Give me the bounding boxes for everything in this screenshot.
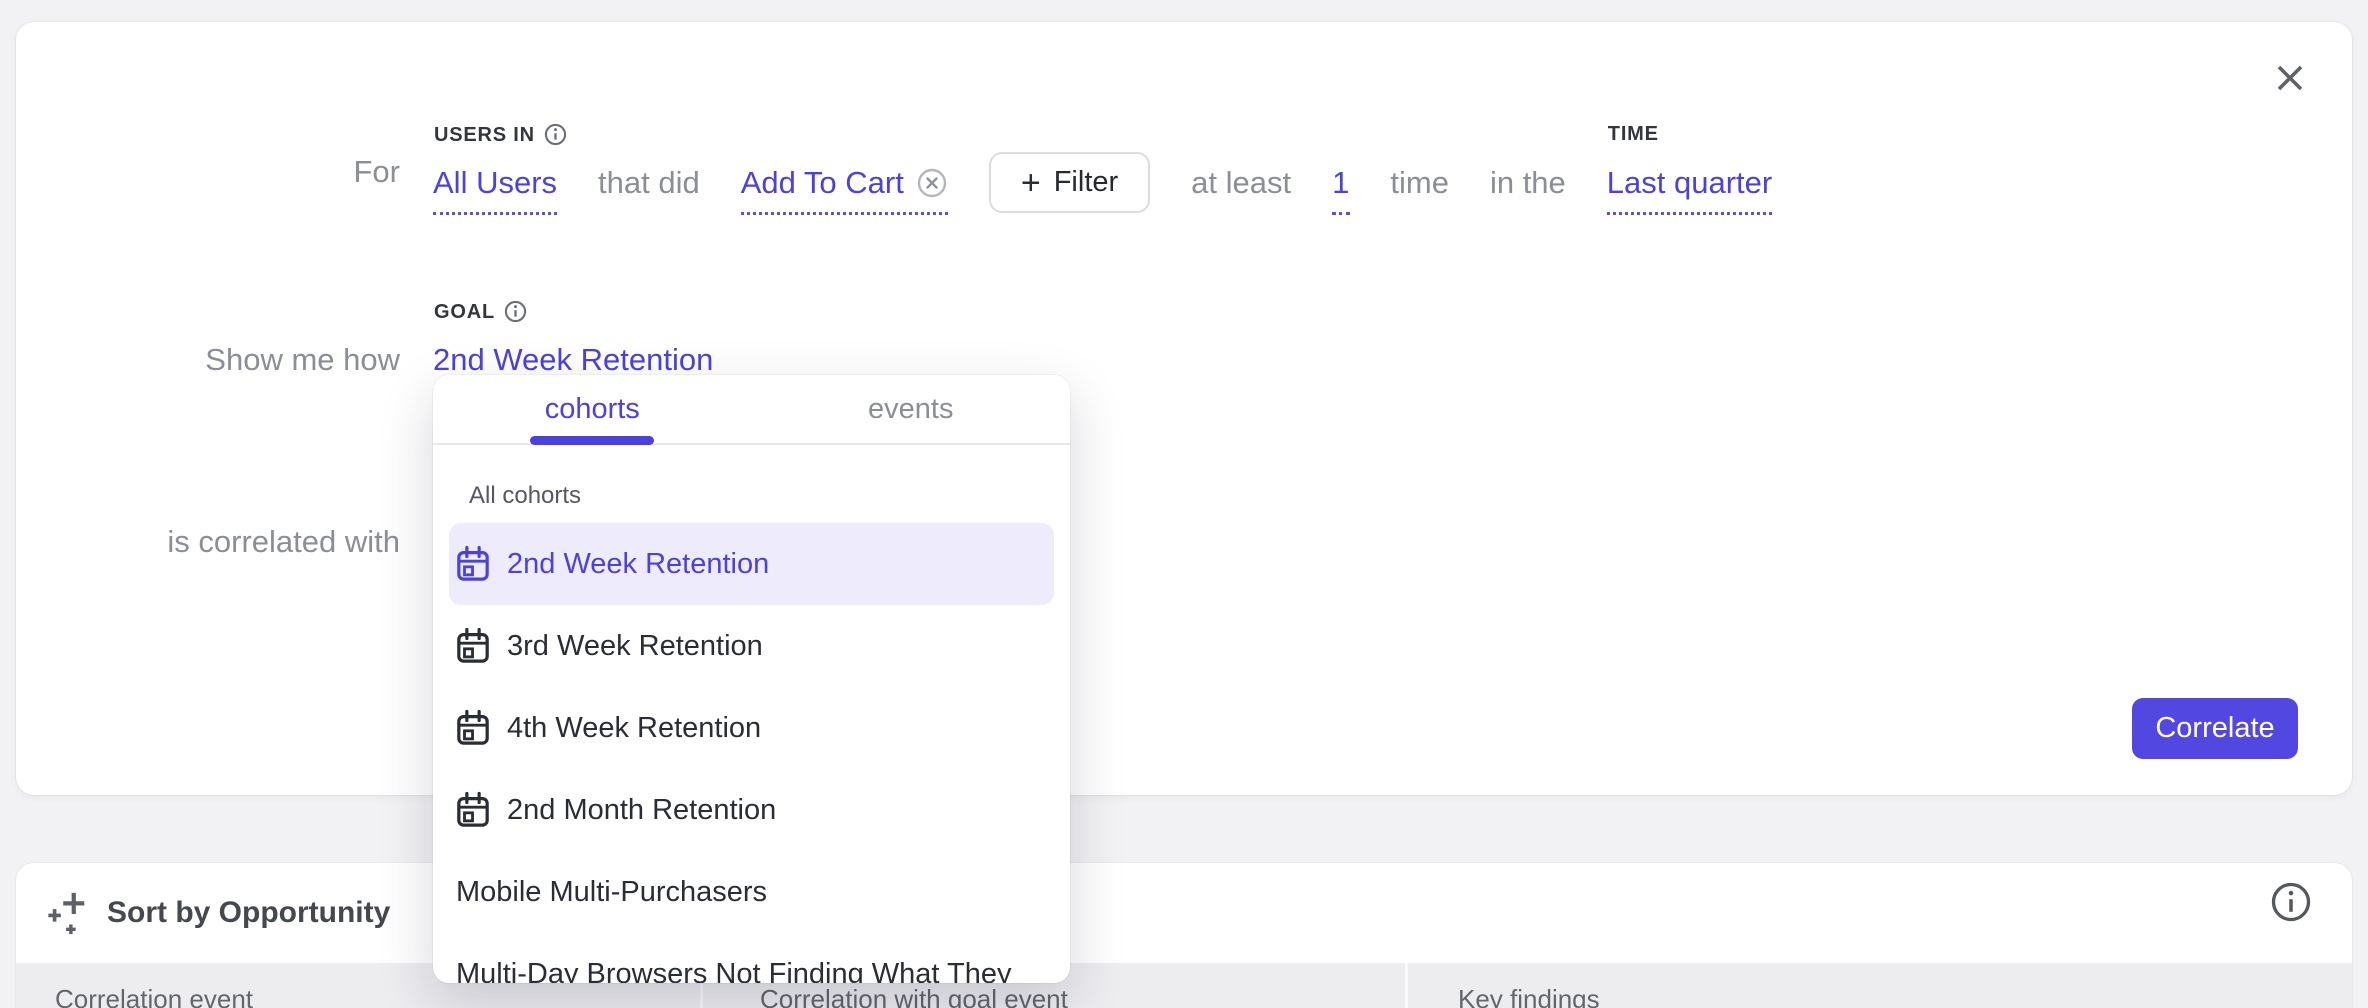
joiner-that-did: that did — [598, 163, 700, 202]
cohort-option-label: 3rd Week Retention — [507, 630, 763, 663]
dropdown-tabs: cohorts events — [433, 375, 1070, 445]
joiner-in-the: in the — [1490, 163, 1566, 202]
sentence-prefix-for: For — [16, 152, 400, 191]
goal-picker-dropdown: cohorts events All cohorts 2nd Week Rete… — [433, 375, 1070, 983]
correlate-button[interactable]: Correlate — [2132, 698, 2298, 759]
cohort-option-mobile-multi-purchasers[interactable]: Mobile Multi-Purchasers — [449, 851, 1054, 933]
cohort-option-2nd-week-retention[interactable]: 2nd Week Retention — [449, 523, 1054, 605]
column-header-correlation-event[interactable]: Correlation event — [55, 984, 253, 1008]
calendar-icon — [456, 627, 490, 665]
time-range-value[interactable]: Last quarter — [1607, 163, 1772, 202]
info-icon[interactable] — [504, 300, 527, 323]
cohort-option-2nd-month-retention[interactable]: 2nd Month Retention — [449, 769, 1054, 851]
close-icon — [2273, 61, 2307, 95]
cohort-option-4th-week-retention[interactable]: 4th Week Retention — [449, 687, 1054, 769]
cohort-option-multi-day-browsers[interactable]: Multi-Day Browsers Not Finding What They — [449, 933, 1054, 983]
add-filter-label: Filter — [1054, 166, 1118, 199]
count-value[interactable]: 1 — [1332, 163, 1349, 202]
sentence-prefix-show-me-how: Show me how — [16, 340, 400, 379]
sort-bar: Sort by Opportunity — [16, 863, 2352, 963]
time-label: TIME — [1608, 123, 1659, 145]
users-value[interactable]: All Users — [433, 163, 557, 202]
cohort-option-label: 2nd Week Retention — [507, 548, 769, 581]
joiner-at-least: at least — [1191, 163, 1291, 202]
cohort-option-label: 2nd Month Retention — [507, 794, 776, 827]
active-tab-indicator — [530, 436, 654, 445]
results-panel: Sort by Opportunity Correlation event Co… — [16, 863, 2352, 1008]
goal-label: GOAL — [434, 300, 527, 323]
add-filter-button[interactable]: + Filter — [989, 152, 1150, 213]
goal-field[interactable]: GOAL 2nd Week Retention — [433, 340, 713, 379]
sentence-prefix-is-correlated-with: is correlated with — [16, 522, 400, 561]
column-header-key-findings[interactable]: Key findings — [1458, 984, 1600, 1008]
sort-by-opportunity-label[interactable]: Sort by Opportunity — [107, 896, 390, 930]
joiner-time: time — [1390, 163, 1449, 202]
time-range-field[interactable]: TIME Last quarter — [1607, 163, 1772, 202]
remove-event-icon[interactable] — [916, 167, 948, 199]
goal-label-text: GOAL — [434, 301, 495, 323]
cohort-option-label: Mobile Multi-Purchasers — [456, 876, 767, 909]
calendar-icon — [456, 791, 490, 829]
goal-value[interactable]: 2nd Week Retention — [433, 340, 713, 379]
correlate-analysis-screen: For USERS IN All Users that did Add To C… — [0, 0, 2368, 1008]
users-in-label-text: USERS IN — [434, 124, 535, 146]
calendar-icon — [456, 709, 490, 747]
info-icon[interactable] — [544, 123, 567, 146]
column-header-correlation-with-goal-event[interactable]: Correlation with goal event — [760, 984, 1068, 1008]
cohort-option-label: Multi-Day Browsers Not Finding What They — [456, 958, 1011, 984]
calendar-icon — [456, 545, 490, 583]
cohort-option-label: 4th Week Retention — [507, 712, 761, 745]
column-divider — [1405, 963, 1408, 1008]
event-field[interactable]: Add To Cart — [741, 163, 948, 202]
query-builder-panel: For USERS IN All Users that did Add To C… — [16, 22, 2352, 795]
sparkle-icon — [45, 890, 91, 936]
close-button[interactable] — [2268, 56, 2312, 100]
all-cohorts-label: All cohorts — [469, 481, 1070, 511]
event-value-wrap[interactable]: Add To Cart — [741, 163, 948, 202]
results-table-header: Correlation event Correlation with goal … — [16, 963, 2352, 1008]
users-field[interactable]: USERS IN All Users — [433, 163, 557, 202]
users-in-label: USERS IN — [434, 123, 567, 146]
tab-events[interactable]: events — [752, 375, 1071, 443]
event-value[interactable]: Add To Cart — [741, 163, 904, 202]
cohort-option-3rd-week-retention[interactable]: 3rd Week Retention — [449, 605, 1054, 687]
tab-cohorts[interactable]: cohorts — [433, 375, 752, 443]
info-icon[interactable] — [2270, 881, 2312, 923]
cohort-list: 2nd Week Retention 3rd Week Retention 4t… — [433, 523, 1070, 983]
plus-icon: + — [1021, 168, 1041, 198]
